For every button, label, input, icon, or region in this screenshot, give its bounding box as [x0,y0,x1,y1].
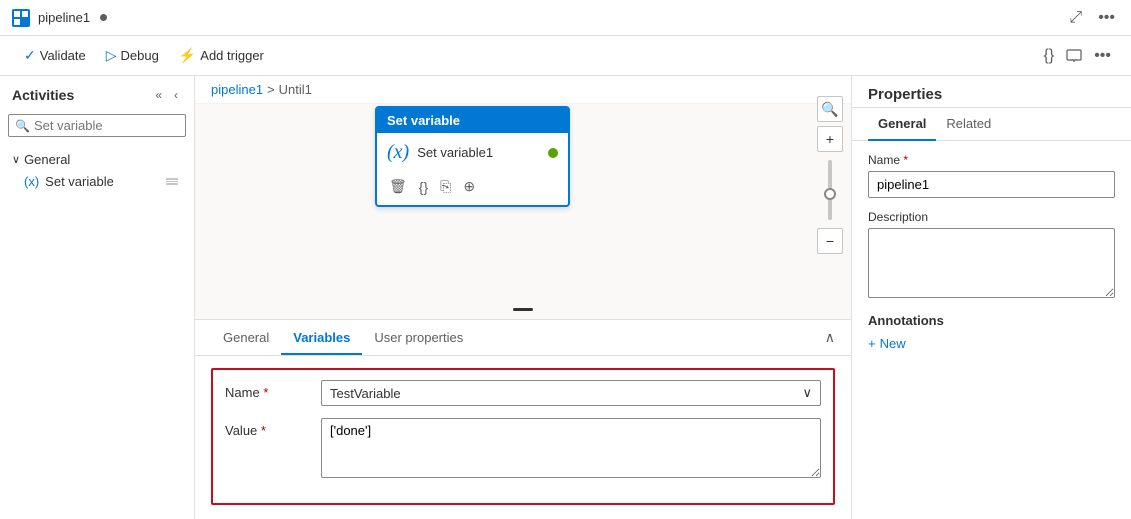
sidebar-title: Activities [12,87,74,103]
search-icon: 🔍 [15,119,30,133]
bottom-tabs: General Variables User properties ∧ [195,320,851,356]
debug-button[interactable]: ▷ Debug [98,43,167,68]
prop-new-button[interactable]: + New [868,336,906,351]
add-trigger-label: Add trigger [200,48,264,63]
add-activity-button[interactable]: ⊕ [461,176,477,197]
bottom-panel-content: Name * TestVariable ∨ Value [195,356,851,519]
activity-node-actions: 🗑 {} ⎘ ⊕ [377,172,568,205]
canvas[interactable]: pipeline1 > Until1 Set variable (x) Set … [195,76,851,319]
activity-node-icon: (x) [387,141,409,164]
top-bar: pipeline1 ⤢ ••• [0,0,1131,36]
name-select-value: TestVariable [330,386,401,401]
group-label: General [24,152,70,167]
main-layout: Activities « ‹ 🔍 ∨ General (x) Set varia… [0,76,1131,519]
prop-tab-related[interactable]: Related [936,108,1001,141]
prop-description-label: Description [868,210,1115,224]
bottom-panel-collapse-button[interactable]: ∧ [825,329,835,346]
sidebar-collapse2-btn[interactable]: ‹ [170,84,182,106]
zoom-thumb [824,188,836,200]
monitor-button[interactable] [1062,44,1086,68]
prop-tab-general[interactable]: General [868,108,936,141]
value-form-group: Value * ['done'] [225,418,821,481]
code-activity-button[interactable]: {} [417,177,430,197]
properties-content: Name * Description Annotations + New [852,141,1131,519]
app-icon [12,9,30,27]
bottom-form-container: Name * TestVariable ∨ Value [211,368,835,505]
validate-icon: ✓ [24,47,36,64]
validate-label: Validate [40,48,86,63]
canvas-controls: 🔍 + − [817,96,843,254]
properties-tabs: General Related [852,108,1131,141]
prop-description-textarea[interactable] [868,228,1115,298]
plus-icon: + [868,336,876,351]
canvas-min-line [513,308,533,311]
toolbar-right: {} ••• [1040,43,1116,69]
set-variable-icon: (x) [24,174,39,189]
tab-general[interactable]: General [211,322,281,355]
sidebar-collapse-btn[interactable]: « [151,84,166,106]
pipeline-title: pipeline1 [38,10,90,25]
delete-activity-button[interactable]: 🗑 [387,176,409,197]
value-required-marker: * [261,423,266,438]
sidebar-search-container: 🔍 [8,114,186,137]
zoom-out-button[interactable]: − [817,228,843,254]
sidebar-controls: « ‹ [151,84,182,106]
prop-annotations-field: Annotations + New [868,313,1115,351]
value-field-label: Value * [225,418,305,438]
breadcrumb-separator: > [267,82,275,97]
code-view-button[interactable]: {} [1040,43,1059,69]
more-options-button[interactable]: ••• [1094,5,1119,31]
breadcrumb-pipeline[interactable]: pipeline1 [211,82,263,97]
prop-name-label: Name * [868,153,1115,167]
value-control-wrap: ['done'] [321,418,821,481]
more-toolbar-button[interactable]: ••• [1090,43,1115,69]
chevron-down-icon: ∨ [12,153,20,166]
debug-label: Debug [121,48,159,63]
properties-panel: Properties General Related Name * Descri… [851,76,1131,519]
activity-node-header: Set variable [377,108,568,133]
sidebar: Activities « ‹ 🔍 ∨ General (x) Set varia… [0,76,195,519]
prop-name-field: Name * [868,153,1115,198]
zoom-track [828,160,832,220]
validate-button[interactable]: ✓ Validate [16,43,94,68]
trigger-icon: ⚡ [179,47,196,64]
bottom-panel: General Variables User properties ∧ Name… [195,319,851,519]
sidebar-header: Activities « ‹ [0,76,194,114]
prop-name-input[interactable] [868,171,1115,198]
activity-node-body: (x) Set variable1 [377,133,568,172]
properties-title: Properties [852,76,1131,108]
breadcrumb-until: Until1 [279,82,312,97]
name-form-group: Name * TestVariable ∨ [225,380,821,406]
prop-description-field: Description [868,210,1115,301]
unsaved-indicator [100,14,107,21]
name-select[interactable]: TestVariable ∨ [321,380,821,406]
name-control-wrap: TestVariable ∨ [321,380,821,406]
name-required-marker: * [263,385,268,400]
toolbar: ✓ Validate ▷ Debug ⚡ Add trigger {} ••• [0,36,1131,76]
new-label: New [880,336,906,351]
canvas-search-button[interactable]: 🔍 [817,96,843,122]
drag-handle [166,178,178,185]
activity-node-name: Set variable1 [417,145,493,160]
tab-user-properties[interactable]: User properties [362,322,475,355]
sidebar-group-general: ∨ General (x) Set variable [0,145,194,197]
value-textarea[interactable]: ['done'] [321,418,821,478]
copy-activity-button[interactable]: ⎘ [438,176,453,197]
top-bar-actions: ⤢ ••• [1065,5,1119,31]
sidebar-item-label: Set variable [45,174,114,189]
debug-icon: ▷ [106,47,117,64]
breadcrumb: pipeline1 > Until1 [195,76,851,104]
zoom-in-button[interactable]: + [817,126,843,152]
search-input[interactable] [34,118,179,133]
name-field-label: Name * [225,380,305,400]
add-trigger-button[interactable]: ⚡ Add trigger [171,43,272,68]
activity-node[interactable]: Set variable (x) Set variable1 🗑 {} ⎘ ⊕ [375,106,570,207]
sidebar-group-header[interactable]: ∨ General [8,149,186,170]
prop-annotations-title: Annotations [868,313,1115,328]
tab-variables[interactable]: Variables [281,322,362,355]
success-indicator [548,148,558,158]
chevron-down-icon: ∨ [802,385,812,401]
expand-button[interactable]: ⤢ [1065,5,1086,31]
sidebar-item-set-variable[interactable]: (x) Set variable [8,170,186,193]
